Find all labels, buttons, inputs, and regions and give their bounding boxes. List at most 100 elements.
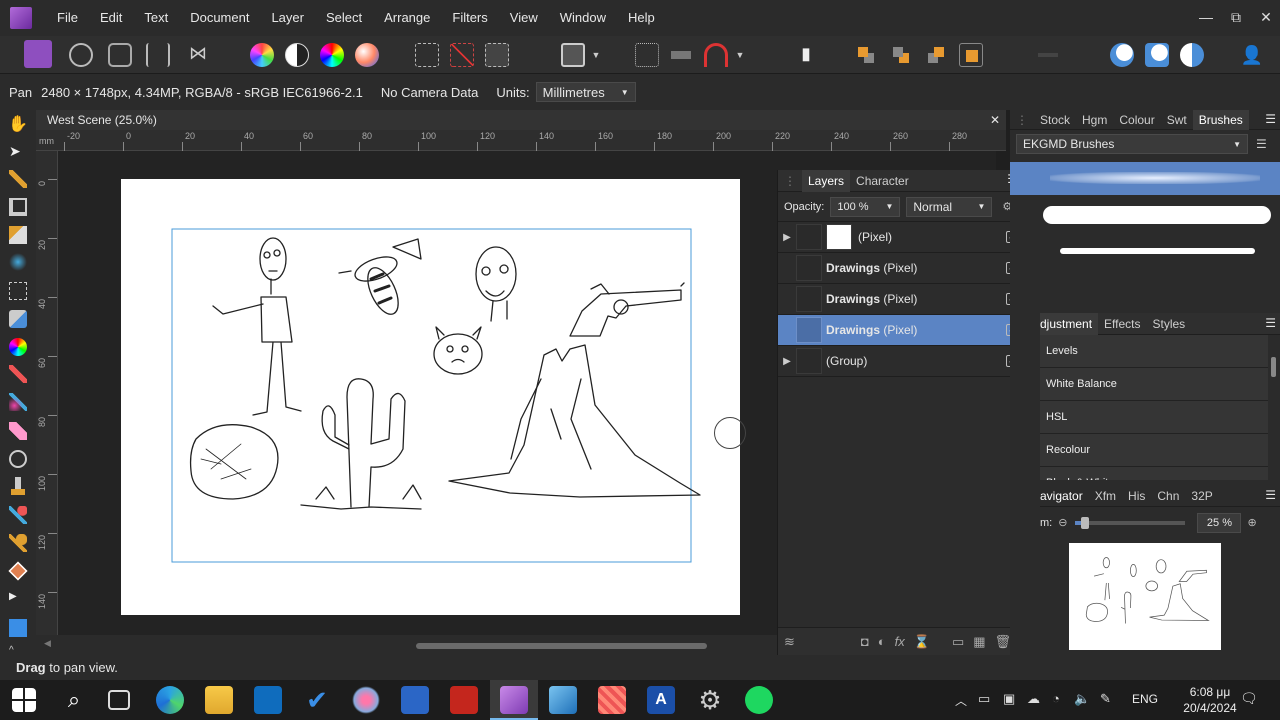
blemish-removal-icon[interactable]	[9, 506, 27, 524]
maximize-button[interactable]: ⧉	[1221, 0, 1251, 34]
artboard[interactable]	[121, 179, 740, 615]
language-indicator[interactable]: ENG	[1132, 692, 1158, 706]
tab-32bit-preview[interactable]: 32P	[1185, 489, 1218, 503]
tab-stock[interactable]: Stock	[1034, 113, 1076, 127]
close-window-button[interactable]: ✕	[1251, 0, 1280, 34]
adjustment-levels[interactable]: Levels	[1040, 335, 1268, 368]
rectangle-tool-icon[interactable]	[9, 619, 27, 637]
gradient-tool-icon[interactable]	[9, 338, 27, 356]
dodge-tool-icon[interactable]	[9, 450, 27, 468]
menu-view[interactable]: View	[499, 0, 549, 36]
hsl-icon[interactable]	[320, 43, 344, 67]
layers-stack-icon[interactable]: ≋	[784, 634, 795, 650]
panel-grip-icon[interactable]: ⋮	[778, 174, 802, 188]
add-pixel-layer-icon[interactable]: ▦	[973, 634, 985, 650]
tone-mapping-persona-icon[interactable]	[146, 43, 170, 67]
develop-persona-icon[interactable]	[108, 43, 132, 67]
menu-window[interactable]: Window	[549, 0, 617, 36]
word-icon[interactable]	[401, 686, 429, 714]
notifications-icon[interactable]: 🗨	[1240, 690, 1258, 707]
adjustment-scrollbar[interactable]	[1268, 337, 1280, 480]
opacity-select[interactable]: 100 % ▼	[830, 196, 901, 217]
levels-icon[interactable]	[250, 43, 274, 67]
adjustment-white-balance[interactable]: White Balance	[1040, 368, 1268, 401]
affinity-photo-logo-icon[interactable]	[10, 7, 32, 29]
zoom-out-icon[interactable]: ⊖	[1058, 516, 1067, 529]
horizontal-scroll-thumb[interactable]	[416, 643, 707, 649]
tab-character[interactable]: Character	[850, 174, 915, 188]
adjustment-hsl[interactable]: HSL	[1040, 401, 1268, 434]
panel-menu-icon[interactable]: ☰	[1265, 112, 1276, 126]
move-tool-icon[interactable]: ➤	[9, 143, 27, 161]
affinity-photo-taskbar-active[interactable]	[490, 680, 538, 720]
tab-swatches[interactable]: Swt	[1161, 113, 1193, 127]
tab-brushes[interactable]: Brushes	[1192, 109, 1249, 130]
spotify-icon[interactable]	[745, 686, 773, 714]
menu-layer[interactable]: Layer	[260, 0, 315, 36]
snapping-icon[interactable]	[669, 43, 693, 67]
add-mask-icon[interactable]: ◘	[861, 634, 869, 649]
panel-menu-icon[interactable]: ☰	[1265, 488, 1276, 502]
snapping-grid-icon[interactable]	[635, 43, 659, 67]
brush-preset-2[interactable]	[1043, 206, 1271, 224]
battery-icon[interactable]: ▭	[978, 691, 990, 707]
pen-icon[interactable]: ✎	[1100, 691, 1111, 707]
layer-row-group[interactable]: ▶ (Group) ✓	[778, 346, 1023, 377]
insert-behind-icon[interactable]	[1145, 43, 1169, 67]
layer-row-pixel-mask[interactable]: ▶ (Pixel) ✓	[778, 222, 1023, 253]
group-folder-icon[interactable]: ▭	[952, 634, 964, 650]
paint-app-icon[interactable]	[352, 686, 380, 714]
paint-brush-icon[interactable]	[9, 365, 27, 383]
menu-edit[interactable]: Edit	[89, 0, 133, 36]
menu-document[interactable]: Document	[179, 0, 260, 36]
quick-mask-icon[interactable]	[561, 43, 585, 67]
menu-select[interactable]: Select	[315, 0, 373, 36]
move-to-front-icon[interactable]	[959, 43, 983, 67]
wifi-icon[interactable]: ◔	[1052, 691, 1060, 706]
blend-mode-select[interactable]: Normal ▼	[906, 196, 993, 217]
smudge-brush-icon[interactable]	[9, 534, 27, 552]
tab-styles[interactable]: Styles	[1147, 317, 1192, 331]
adjustment-scroll-thumb[interactable]	[1271, 357, 1276, 377]
tab-channels[interactable]: Chn	[1151, 489, 1185, 503]
menu-file[interactable]: File	[46, 0, 89, 36]
brush-category-select[interactable]: EKGMD Brushes ▼	[1016, 134, 1248, 154]
clock[interactable]: 6:08 μμ 20/4/2024	[1180, 684, 1240, 716]
tab-adjustment[interactable]: djustment	[1040, 312, 1099, 335]
text-app-icon[interactable]: A	[647, 686, 675, 714]
menu-filters[interactable]: Filters	[441, 0, 498, 36]
edge-browser-icon[interactable]	[156, 686, 184, 714]
tab-history[interactable]: His	[1122, 489, 1151, 503]
panel-grip-icon[interactable]: ⋮	[1010, 113, 1034, 127]
zoom-in-icon[interactable]: ⊕	[1247, 516, 1256, 529]
settings-gear-icon[interactable]: ⚙	[696, 686, 724, 714]
scroll-left-icon[interactable]: ◀	[44, 638, 51, 649]
outlook-icon[interactable]	[254, 686, 282, 714]
account-icon[interactable]: 👤	[1240, 43, 1264, 67]
expand-arrow-icon[interactable]: ▶	[778, 356, 796, 367]
navigator-preview[interactable]	[1069, 543, 1221, 650]
onedrive-icon[interactable]: ☁	[1027, 691, 1040, 707]
task-view-icon[interactable]	[108, 690, 130, 710]
force-pixel-alignment-icon[interactable]	[704, 43, 728, 67]
assistant-icon[interactable]: ▮	[794, 43, 818, 67]
horizontal-ruler[interactable]: mm -20 0 20 40 60 80 100 120 140 160 180 200 220 240 2…	[36, 130, 1006, 151]
move-to-back-icon[interactable]	[854, 43, 878, 67]
flood-fill-icon[interactable]	[9, 310, 27, 328]
photo-persona-icon[interactable]	[24, 40, 52, 68]
marquee-tool-icon[interactable]	[9, 282, 27, 300]
snapping-dropdown-icon[interactable]: ▼	[733, 43, 747, 67]
white-balance-icon[interactable]	[285, 43, 309, 67]
adjustment-recolour[interactable]: Recolour	[1040, 434, 1268, 467]
menu-arrange[interactable]: Arrange	[373, 0, 441, 36]
crop-tool-icon[interactable]	[9, 198, 27, 216]
menu-help[interactable]: Help	[617, 0, 666, 36]
erase-brush-icon[interactable]	[9, 422, 27, 440]
insert-inside-icon[interactable]	[1110, 43, 1134, 67]
tab-effects[interactable]: Effects	[1098, 317, 1146, 331]
layer-row-drawings-2[interactable]: Drawings (Pixel) ✓	[778, 284, 1023, 315]
zoom-slider-handle[interactable]	[1081, 516, 1090, 529]
deselect-icon[interactable]	[450, 43, 474, 67]
insert-top-icon[interactable]	[1180, 43, 1204, 67]
volume-icon[interactable]: 🔈	[1074, 691, 1090, 707]
